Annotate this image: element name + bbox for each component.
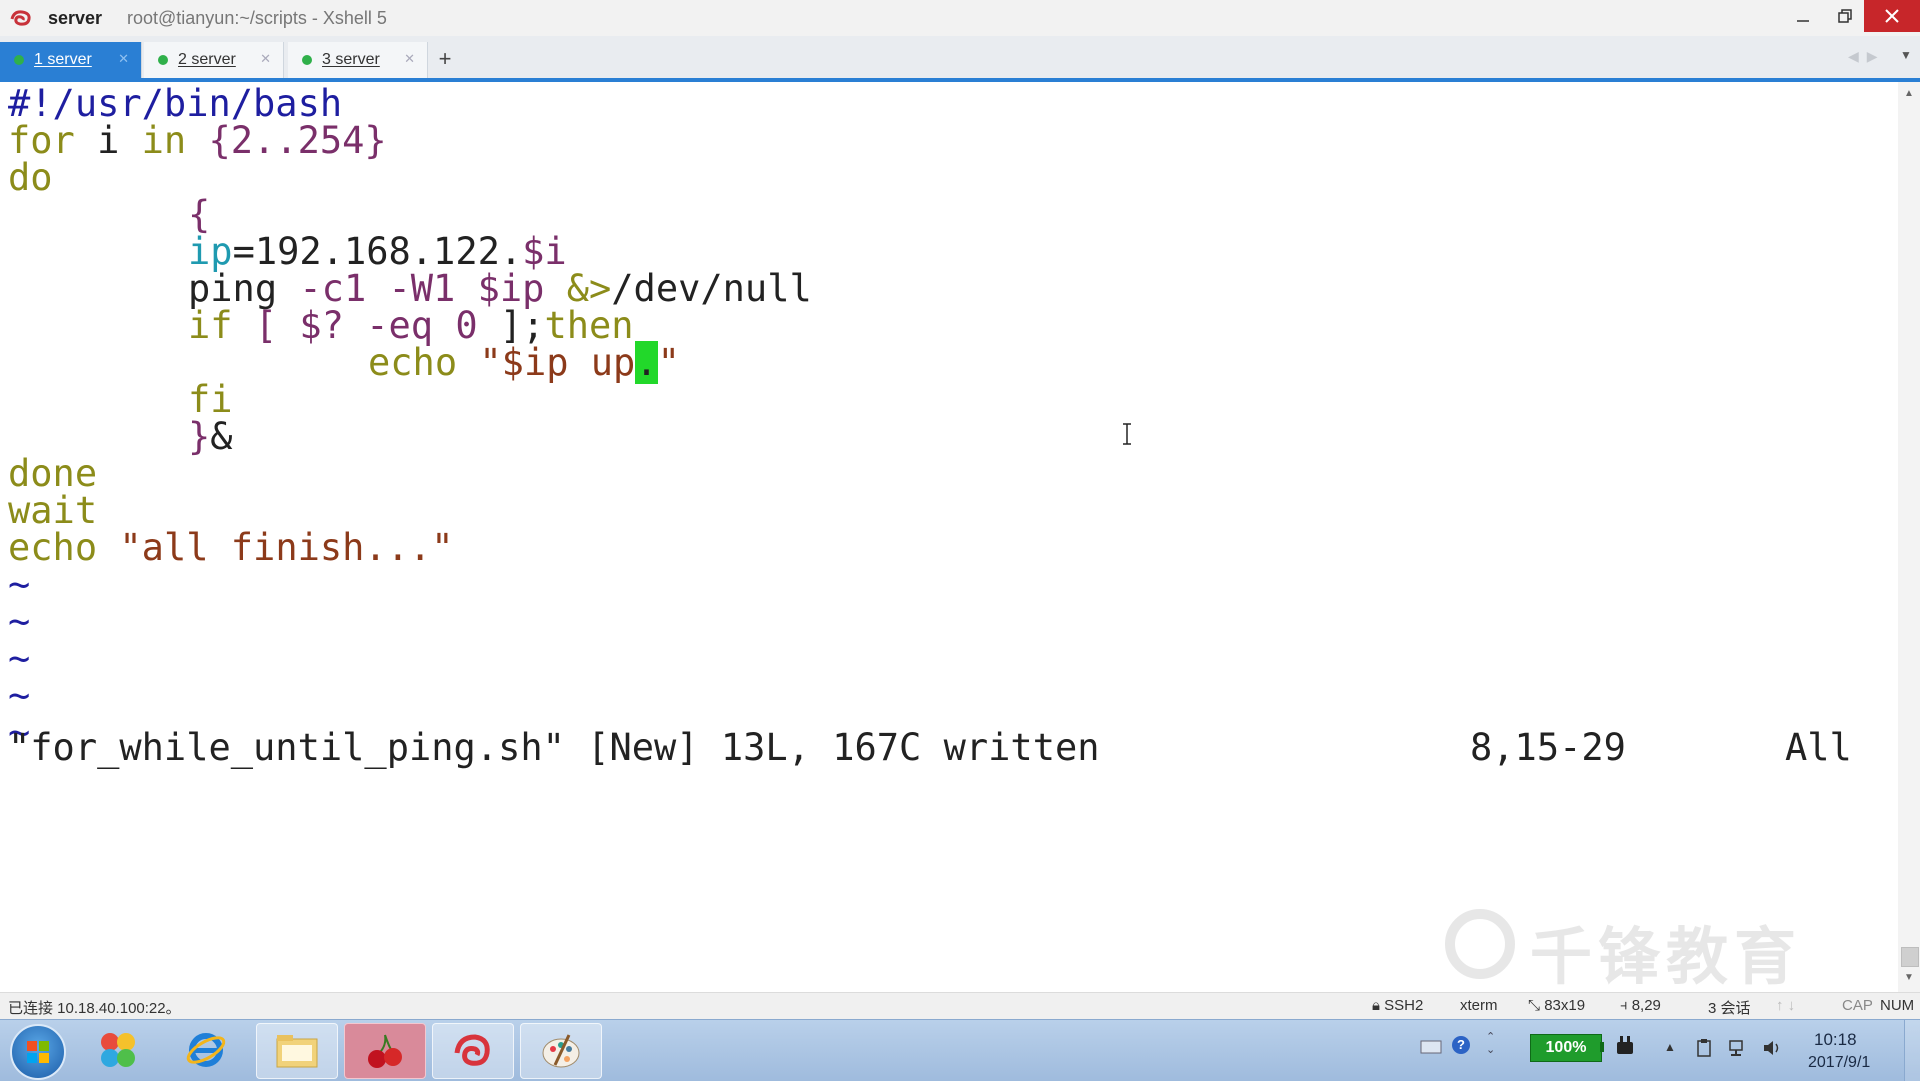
vertical-scrollbar[interactable]: ▲ ▼ (1898, 82, 1920, 992)
clipboard-icon[interactable] (1694, 1038, 1714, 1058)
windows-taskbar: ? ⌃ ⌄ 100% ▲ 10:18 2017/9/1 (0, 1019, 1920, 1081)
start-button[interactable] (10, 1024, 66, 1080)
tab-close-icon[interactable]: ✕ (260, 51, 271, 67)
resize-icon: ⤡ (1528, 997, 1541, 1014)
folder-icon (276, 1035, 318, 1068)
paint-palette-icon (542, 1034, 580, 1068)
tab-scroll-arrows-icon[interactable]: ◀▶ (1848, 48, 1886, 65)
connected-status-icon (158, 55, 168, 65)
protocol-status: 🔒︎ SSH2 (1372, 997, 1424, 1014)
code-line-10: }& (188, 415, 233, 458)
minimize-icon (1797, 20, 1809, 22)
terminal-type: xterm (1460, 997, 1498, 1014)
tab-1-server[interactable]: 1 server ✕ (0, 42, 142, 78)
clock-date[interactable]: 2017/9/1 (1808, 1054, 1870, 1072)
code-line-2: for i in {2..254} (8, 119, 387, 162)
taskbar-cherry-app[interactable] (344, 1023, 426, 1079)
minimize-button[interactable] (1780, 0, 1826, 32)
code-line-13: echo "all finish..." (8, 526, 454, 569)
tab-label: 1 server (34, 51, 92, 68)
tab-close-icon[interactable]: ✕ (404, 51, 415, 67)
cursor-pos-icon: ⫞ (1620, 997, 1628, 1014)
vim-scroll-position: All (1785, 726, 1852, 769)
window-app-name: server (48, 8, 103, 28)
xshell-logo-icon (10, 10, 31, 26)
show-hidden-icons-icon[interactable]: ▲ (1664, 1040, 1676, 1054)
taskbar-app-1[interactable] (78, 1023, 158, 1077)
scroll-thumb[interactable] (1901, 947, 1919, 967)
terminal-size: ⤡ 83x19 (1528, 997, 1586, 1014)
show-desktop-button[interactable] (1904, 1020, 1920, 1081)
power-plug-icon[interactable] (1614, 1034, 1636, 1060)
code-line-3: do (8, 156, 53, 199)
windows-logo-icon (27, 1041, 49, 1063)
battery-indicator[interactable]: 100% (1530, 1034, 1602, 1062)
keyboard-icon[interactable] (1420, 1040, 1442, 1054)
code-line-8: echo "$ip up." (368, 341, 680, 384)
num-lock-indicator: NUM (1880, 997, 1915, 1014)
window-title: root@tianyun:~/scripts - Xshell 5 (127, 8, 387, 28)
watermark-logo-icon (1445, 909, 1515, 979)
restore-button[interactable] (1822, 0, 1868, 32)
connected-status-icon (14, 55, 24, 65)
terminal-area[interactable]: #!/usr/bin/bash for i in {2..254} do { i… (0, 82, 1898, 993)
scroll-down-arrow-icon[interactable]: ▼ (1904, 972, 1914, 983)
vim-cursor-position: 8,15-29 (1470, 726, 1626, 769)
new-tab-button[interactable]: + (432, 44, 458, 74)
xshell-status-bar: 已连接 10.18.40.100:22。 🔒︎ SSH2 xterm ⤡ 83x… (0, 992, 1920, 1019)
internet-explorer-icon (186, 1033, 226, 1067)
title-bar: server root@tianyun:~/scripts - Xshell 5 (0, 0, 1920, 37)
session-count: 3 会话 (1708, 1000, 1751, 1017)
volume-icon[interactable] (1762, 1038, 1782, 1058)
taskbar-xshell[interactable] (432, 1023, 514, 1079)
connection-status: 已连接 10.18.40.100:22。 (8, 1000, 181, 1017)
taskbar-paint[interactable] (520, 1023, 602, 1079)
xshell-app-icon (454, 1034, 490, 1066)
scroll-up-arrow-icon[interactable]: ▲ (1904, 88, 1914, 99)
network-icon[interactable] (1728, 1038, 1748, 1058)
session-nav-arrows-icon[interactable]: ↑ ↓ (1776, 997, 1795, 1014)
tab-label: 3 server (322, 51, 380, 68)
restore-icon (1838, 9, 1852, 23)
ibeam-cursor-icon (1123, 423, 1131, 445)
close-button[interactable] (1864, 0, 1920, 32)
help-icon[interactable]: ? (1452, 1036, 1470, 1054)
vim-status-message: "for_while_until_ping.sh" [New] 13L, 167… (8, 726, 1100, 769)
battery-tip (1600, 1042, 1604, 1052)
watermark-text: 千锋教育 (1530, 920, 1803, 993)
tray-menu-icon[interactable]: ⌃ ⌄ (1486, 1030, 1495, 1056)
cursor-position-status: ⫞ 8,29 (1620, 997, 1661, 1014)
taskbar-internet-explorer[interactable] (166, 1023, 246, 1077)
clock-time[interactable]: 10:18 (1814, 1030, 1857, 1050)
colorful-balls-app-icon (101, 1033, 135, 1067)
watermark: 千锋教育 (1440, 900, 1820, 993)
tab-close-icon[interactable]: ✕ (118, 51, 129, 67)
text-cursor: . (635, 341, 658, 384)
cherry-icon (368, 1034, 402, 1068)
tab-menu-chevron-down-icon[interactable]: ▼ (1900, 48, 1912, 62)
caps-lock-indicator: CAP (1842, 997, 1873, 1014)
close-icon (1885, 9, 1899, 23)
connected-status-icon (302, 55, 312, 65)
tab-label: 2 server (178, 51, 236, 68)
tab-2-server[interactable]: 2 server ✕ (144, 42, 284, 78)
taskbar-file-explorer[interactable] (256, 1023, 338, 1079)
lock-icon: 🔒︎ (1372, 997, 1380, 1014)
tab-3-server[interactable]: 3 server ✕ (288, 42, 428, 78)
